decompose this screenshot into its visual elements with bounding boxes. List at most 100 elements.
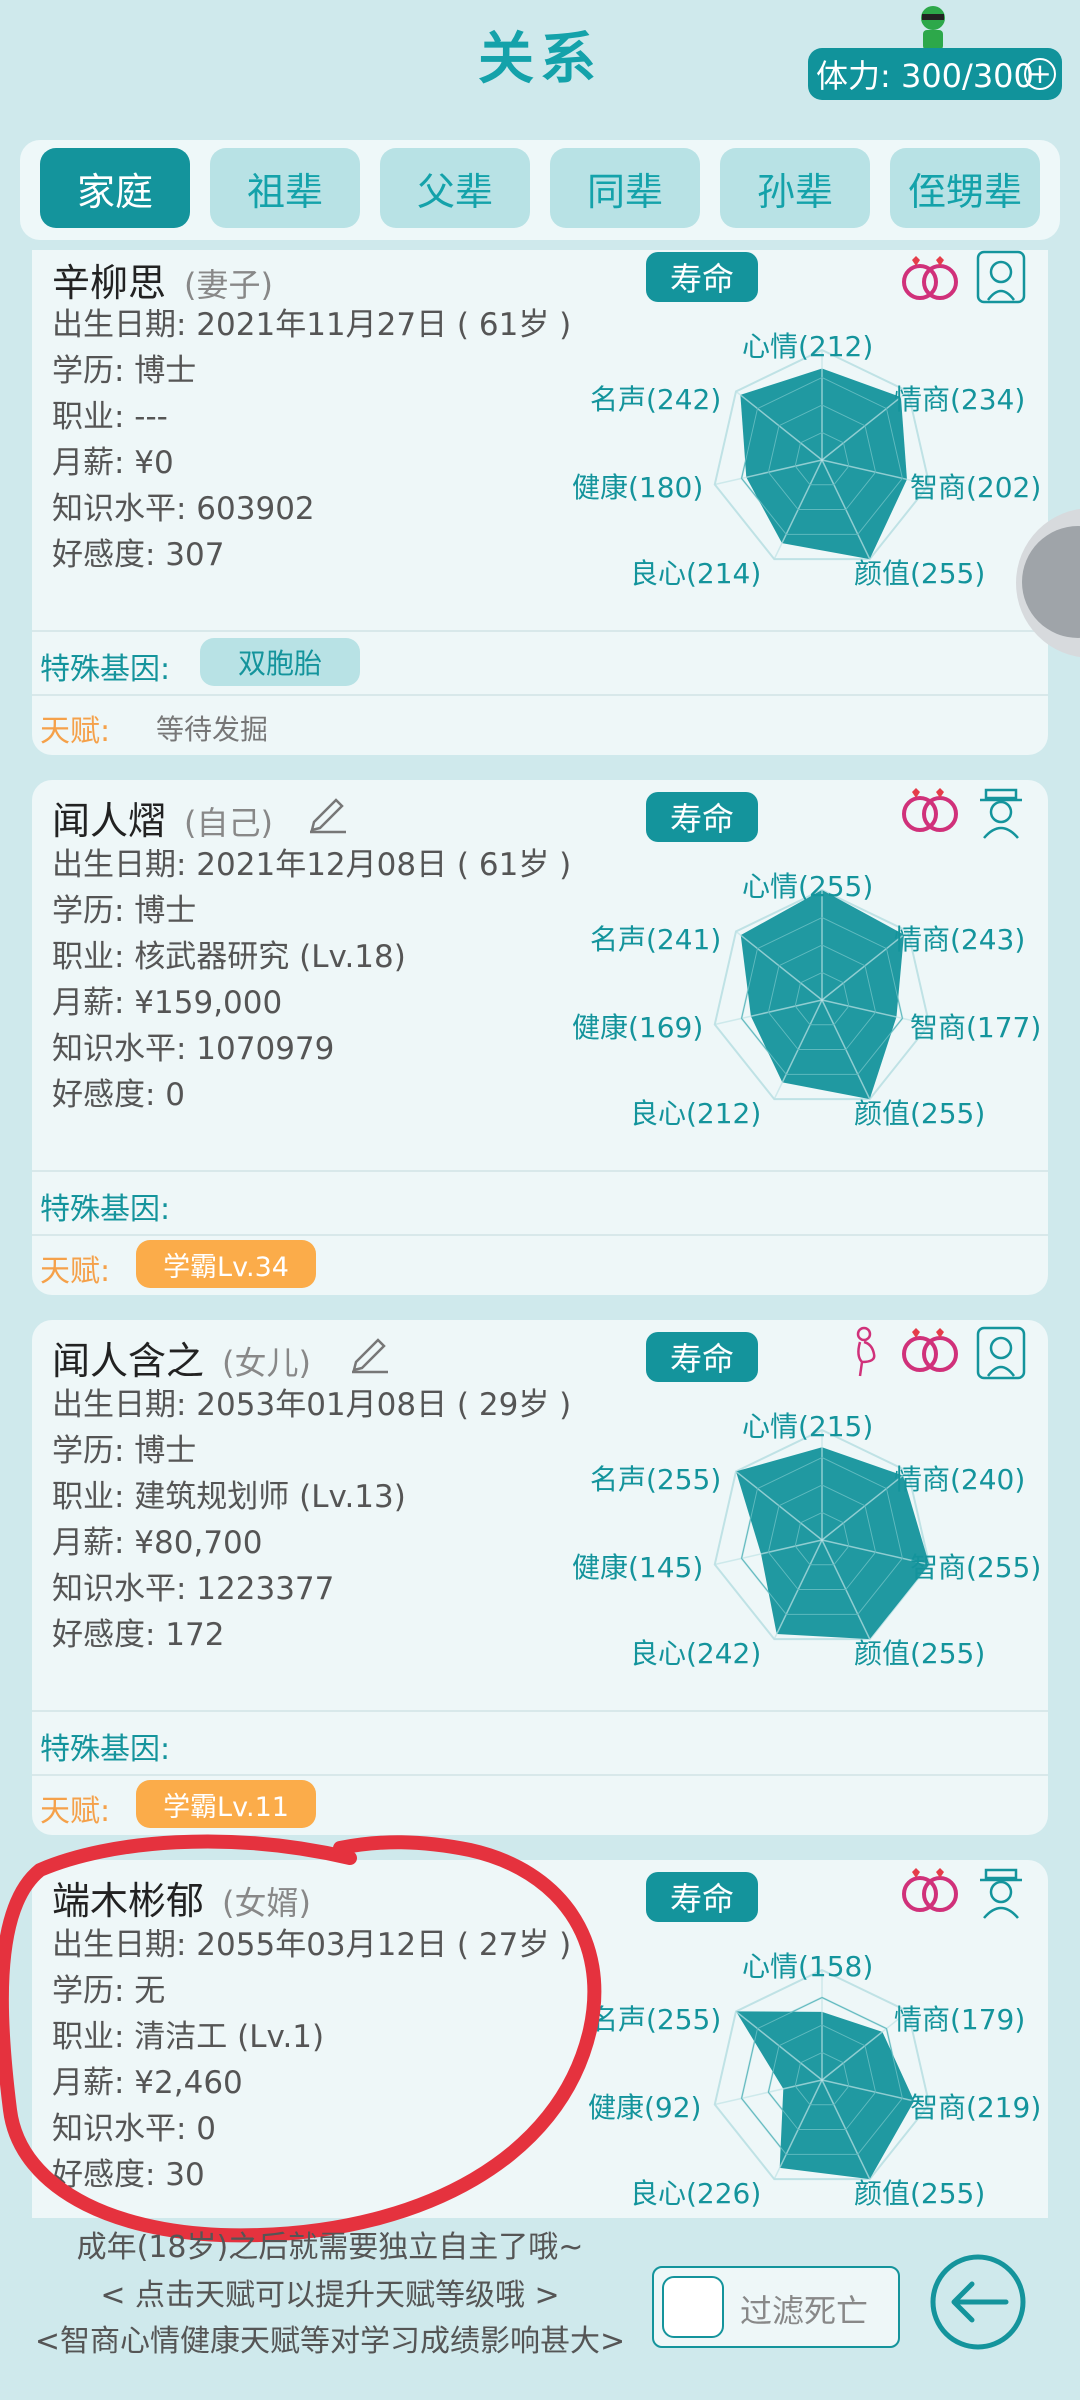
radar-label-conscience: 良心(242) xyxy=(630,1637,762,1670)
relative-card-daughter[interactable]: 闻人含之 (女儿) 寿命 出生日期: 2053年01月08日 ( 29岁 ) 学历… xyxy=(32,1320,1048,1835)
marriage-rings-icon xyxy=(902,256,958,300)
favor: 好感度: 30 xyxy=(52,2157,205,2193)
male-avatar-icon xyxy=(980,1868,1022,1919)
knowledge: 知识水平: 1223377 xyxy=(52,1571,335,1607)
birth-date: 出生日期: 2053年01月08日 ( 29岁 ) xyxy=(52,1387,572,1423)
favor: 好感度: 0 xyxy=(52,1077,186,1113)
favor: 好感度: 307 xyxy=(52,537,225,573)
job: 职业: 核武器研究 (Lv.18) xyxy=(52,939,406,975)
lifespan-button[interactable]: 寿命 xyxy=(646,792,758,842)
stats-radar-chart xyxy=(713,1428,931,1641)
lifespan-button[interactable]: 寿命 xyxy=(646,1872,758,1922)
marriage-rings-icon xyxy=(902,788,958,832)
footer-tip-talent: < 点击天赋可以提升天赋等级哦 > xyxy=(100,2278,560,2313)
salary: 月薪: ¥159,000 xyxy=(52,985,283,1021)
radar-label-looks: 颜值(255) xyxy=(854,557,986,590)
marriage-rings-icon xyxy=(902,1868,958,1912)
talent-chip[interactable]: 学霸Lv.34 xyxy=(136,1240,316,1288)
salary: 月薪: ¥0 xyxy=(52,445,174,481)
footer-tip-adulthood: 成年(18岁)之后就需要独立自主了哦~ xyxy=(76,2230,584,2265)
radar-label-conscience: 良心(212) xyxy=(630,1097,762,1130)
lifespan-button[interactable]: 寿命 xyxy=(646,1332,758,1382)
player-avatar-icon[interactable] xyxy=(913,4,953,52)
female-avatar-icon xyxy=(976,250,1026,304)
tab-nephews[interactable]: 侄甥辈 xyxy=(890,148,1040,228)
relative-name: 闻人熠 (自己) xyxy=(52,799,273,843)
knowledge: 知识水平: 0 xyxy=(52,2111,217,2147)
radar-label-iq: 智商(255) xyxy=(910,1551,1042,1584)
male-avatar-icon xyxy=(980,788,1022,839)
filter-dead-checkbox[interactable] xyxy=(662,2276,724,2338)
radar-label-mood: 心情(255) xyxy=(742,870,874,903)
education: 学历: 无 xyxy=(52,1973,166,2009)
radar-label-conscience: 良心(214) xyxy=(630,557,762,590)
radar-label-mood: 心情(212) xyxy=(742,330,874,363)
knowledge: 知识水平: 603902 xyxy=(52,491,315,527)
lifespan-button[interactable]: 寿命 xyxy=(646,252,758,302)
pregnant-icon xyxy=(856,1326,876,1377)
radar-label-fame: 名声(255) xyxy=(590,2003,722,2036)
birth-date: 出生日期: 2021年11月27日 ( 61岁 ) xyxy=(52,307,572,343)
tab-family[interactable]: 家庭 xyxy=(40,148,190,228)
gene-chip[interactable]: 双胞胎 xyxy=(200,638,360,686)
relative-name: 端木彬郁 (女婿) xyxy=(52,1879,311,1923)
radar-label-fame: 名声(255) xyxy=(590,1463,722,1496)
radar-label-health: 健康(180) xyxy=(572,471,704,504)
radar-label-eq: 情商(234) xyxy=(894,383,1026,416)
edit-name-icon[interactable] xyxy=(306,790,350,834)
female-avatar-icon xyxy=(976,1326,1026,1380)
radar-label-health: 健康(169) xyxy=(572,1011,704,1044)
talent-chip[interactable]: 学霸Lv.11 xyxy=(136,1780,316,1828)
relation-tabs: 家庭 祖辈 父辈 同辈 孙辈 侄甥辈 xyxy=(20,140,1060,240)
filter-dead-label: 过滤死亡 xyxy=(740,2292,869,2330)
tab-grandchildren[interactable]: 孙辈 xyxy=(720,148,870,228)
relative-card-self[interactable]: 闻人熠 (自己) 寿命 出生日期: 2021年12月08日 ( 61岁 ) 学历:… xyxy=(32,780,1048,1295)
radar-label-eq: 情商(179) xyxy=(894,2003,1026,2036)
relative-card-son-in-law[interactable]: 端木彬郁 (女婿) 寿命 出生日期: 2055年03月12日 ( 27岁 ) 学历… xyxy=(32,1860,1048,2218)
divider xyxy=(32,1710,1048,1712)
education: 学历: 博士 xyxy=(52,893,197,929)
radar-label-eq: 情商(240) xyxy=(894,1463,1026,1496)
stamina-badge[interactable]: 体力: 300/300 + xyxy=(808,48,1062,100)
divider xyxy=(32,1774,1048,1776)
stats-radar-chart xyxy=(713,1968,931,2181)
tab-parents[interactable]: 父辈 xyxy=(380,148,530,228)
relative-name: 闻人含之 (女儿) xyxy=(52,1339,311,1383)
talent-label: 天赋: xyxy=(40,1794,111,1829)
stamina-text: 体力: 300/300 xyxy=(816,57,1034,95)
relative-card-wife[interactable]: 辛柳思 (妻子) 寿命 出生日期: 2021年11月27日 ( 61岁 ) 学历:… xyxy=(32,250,1048,755)
tab-grandparents[interactable]: 祖辈 xyxy=(210,148,360,228)
job: 职业: 建筑规划师 (Lv.13) xyxy=(52,1479,406,1515)
job: 职业: --- xyxy=(52,399,168,435)
footer-tip-study: <智商心情健康天赋等对学习成绩影响甚大> xyxy=(34,2324,626,2359)
education: 学历: 博士 xyxy=(52,1433,197,1469)
divider xyxy=(32,694,1048,696)
education: 学历: 博士 xyxy=(52,353,197,389)
stats-radar-chart xyxy=(713,348,931,561)
edit-name-icon[interactable] xyxy=(348,1330,392,1374)
radar-label-mood: 心情(215) xyxy=(742,1410,874,1443)
talent-status[interactable]: 等待发掘 xyxy=(156,708,268,748)
filter-dead-toggle[interactable]: 过滤死亡 xyxy=(652,2266,900,2348)
radar-label-health: 健康(92) xyxy=(588,2091,702,2124)
add-stamina-icon[interactable]: + xyxy=(1024,58,1056,90)
birth-date: 出生日期: 2055年03月12日 ( 27岁 ) xyxy=(52,1927,572,1963)
gene-label: 特殊基因: xyxy=(40,1732,171,1767)
music-note-icon xyxy=(1022,526,1080,638)
knowledge: 知识水平: 1070979 xyxy=(52,1031,335,1067)
radar-label-iq: 智商(219) xyxy=(910,2091,1042,2124)
gene-label: 特殊基因: xyxy=(40,652,171,687)
stats-radar-chart xyxy=(713,888,931,1101)
gene-label: 特殊基因: xyxy=(40,1192,171,1227)
back-arrow-icon[interactable] xyxy=(928,2252,1028,2352)
salary: 月薪: ¥2,460 xyxy=(52,2065,243,2101)
radar-label-looks: 颜值(255) xyxy=(854,1637,986,1670)
radar-label-iq: 智商(202) xyxy=(910,471,1042,504)
tab-peers[interactable]: 同辈 xyxy=(550,148,700,228)
radar-label-mood: 心情(158) xyxy=(742,1950,874,1983)
marriage-rings-icon xyxy=(902,1328,958,1372)
relative-name: 辛柳思 (妻子) xyxy=(52,261,273,305)
job: 职业: 清洁工 (Lv.1) xyxy=(52,2019,325,2055)
radar-label-iq: 智商(177) xyxy=(910,1011,1042,1044)
divider xyxy=(32,630,1048,632)
